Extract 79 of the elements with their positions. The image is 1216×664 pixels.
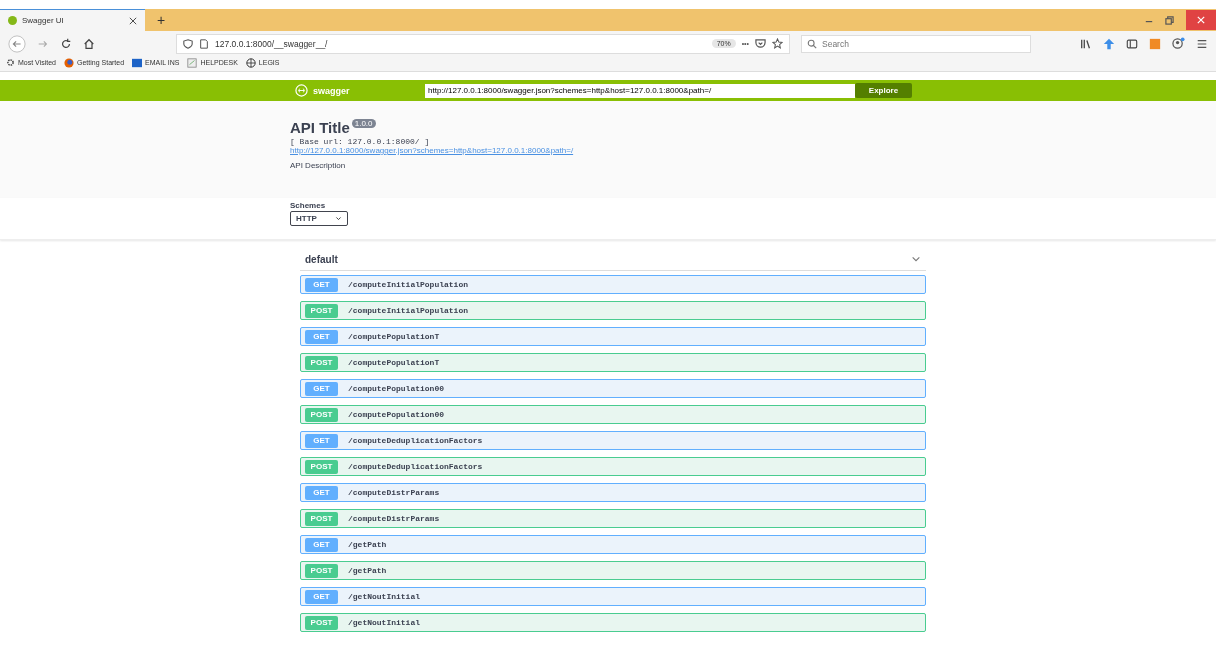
operation-path: /getNoutInitial	[348, 618, 420, 627]
api-title: API Title	[290, 119, 350, 136]
operation-row[interactable]: POST /getNoutInitial	[300, 613, 926, 632]
spec-url-field[interactable]: http://127.0.0.1:8000/swagger.json?schemes=http&host=127.0.0.1:8000&path=/	[425, 83, 855, 98]
method-badge: GET	[305, 537, 338, 552]
tab-title: Swagger UI	[22, 16, 65, 25]
operation-row[interactable]: GET /computeDeduplicationFactors	[300, 431, 926, 450]
sidebar-icon[interactable]	[1126, 37, 1138, 50]
operation-row[interactable]: POST /computeDistrParams	[300, 509, 926, 528]
swagger-logo-icon	[295, 84, 308, 97]
operation-row[interactable]: GET /computeInitialPopulation	[300, 275, 926, 294]
method-badge: POST	[305, 459, 338, 474]
url-text: 127.0.0.1:8000/__swagger__/	[215, 38, 328, 49]
operation-row[interactable]: POST /computeDeduplicationFactors	[300, 457, 926, 476]
pocket-icon[interactable]	[755, 38, 766, 49]
arrow-up-icon[interactable]	[1103, 37, 1115, 50]
operation-path: /computeDistrParams	[348, 514, 440, 523]
close-icon[interactable]	[129, 16, 137, 25]
method-badge: GET	[305, 589, 338, 604]
operation-path: /getNoutInitial	[348, 592, 420, 601]
base-url: [ Base url: 127.0.0.1:8000/ ]	[290, 137, 431, 146]
gear-icon	[6, 58, 15, 67]
schemes-dropdown[interactable]: HTTP	[290, 211, 348, 226]
operation-path: /computePopulationT	[348, 332, 440, 341]
version-badge: 1.0.0	[351, 119, 376, 128]
browser-logo-icon	[64, 57, 74, 68]
operation-path: /getPath	[348, 540, 387, 549]
swagger-favicon-icon	[8, 16, 17, 25]
method-badge: GET	[305, 381, 338, 396]
method-badge: GET	[305, 329, 338, 344]
section-header[interactable]: default	[300, 248, 926, 271]
method-badge: POST	[305, 615, 338, 630]
method-badge: POST	[305, 303, 338, 318]
operation-path: /getPath	[348, 566, 387, 575]
browser-tab[interactable]: Swagger UI	[0, 9, 145, 31]
caret-icon	[335, 215, 342, 222]
mail-icon	[132, 57, 143, 68]
operation-row[interactable]: GET /computeDistrParams	[300, 483, 926, 502]
operation-path: /computeInitialPopulation	[348, 280, 469, 289]
operation-row[interactable]: GET /getPath	[300, 535, 926, 554]
explore-button[interactable]: Explore	[855, 83, 912, 98]
operation-path: /computeDeduplicationFactors	[348, 436, 483, 445]
api-description: API Description	[290, 161, 347, 170]
logo-text: swagger	[313, 85, 350, 96]
operation-row[interactable]: GET /computePopulationT	[300, 327, 926, 346]
home-icon[interactable]	[83, 37, 95, 50]
operation-path: /computeDistrParams	[348, 488, 440, 497]
method-badge: GET	[305, 277, 338, 292]
page-icon	[199, 38, 209, 49]
restore-icon[interactable]	[1165, 15, 1174, 25]
method-badge: GET	[305, 433, 338, 448]
method-badge: POST	[305, 407, 338, 422]
new-tab-button[interactable]: +	[157, 12, 166, 28]
account-icon[interactable]	[1172, 37, 1185, 50]
menu-icon[interactable]	[1196, 37, 1208, 50]
operation-path: /computePopulation00	[348, 384, 444, 393]
star-icon[interactable]	[772, 38, 783, 49]
operation-row[interactable]: POST /computePopulationT	[300, 353, 926, 372]
operation-path: /computePopulation00	[348, 410, 444, 419]
operation-path: /computeInitialPopulation	[348, 306, 469, 315]
operation-row[interactable]: POST /getPath	[300, 561, 926, 580]
method-badge: GET	[305, 485, 338, 500]
operation-path: /computeDeduplicationFactors	[348, 462, 483, 471]
reload-icon[interactable]	[60, 37, 72, 50]
operation-path: /computePopulationT	[348, 358, 440, 367]
library-icon[interactable]	[1080, 37, 1092, 50]
method-badge: POST	[305, 511, 338, 526]
search-field[interactable]: Search	[801, 34, 1031, 53]
globe-icon	[245, 57, 256, 68]
operation-row[interactable]: POST /computePopulation00	[300, 405, 926, 424]
schemes-label: Schemes	[290, 201, 327, 210]
operation-row[interactable]: GET /computePopulation00	[300, 379, 926, 398]
method-badge: POST	[305, 355, 338, 370]
search-icon	[807, 38, 817, 49]
method-badge: POST	[305, 563, 338, 578]
close-icon	[1197, 16, 1205, 24]
operation-row[interactable]: POST /computeInitialPopulation	[300, 301, 926, 320]
shield-icon	[183, 38, 193, 49]
operation-row[interactable]: GET /getNoutInitial	[300, 587, 926, 606]
